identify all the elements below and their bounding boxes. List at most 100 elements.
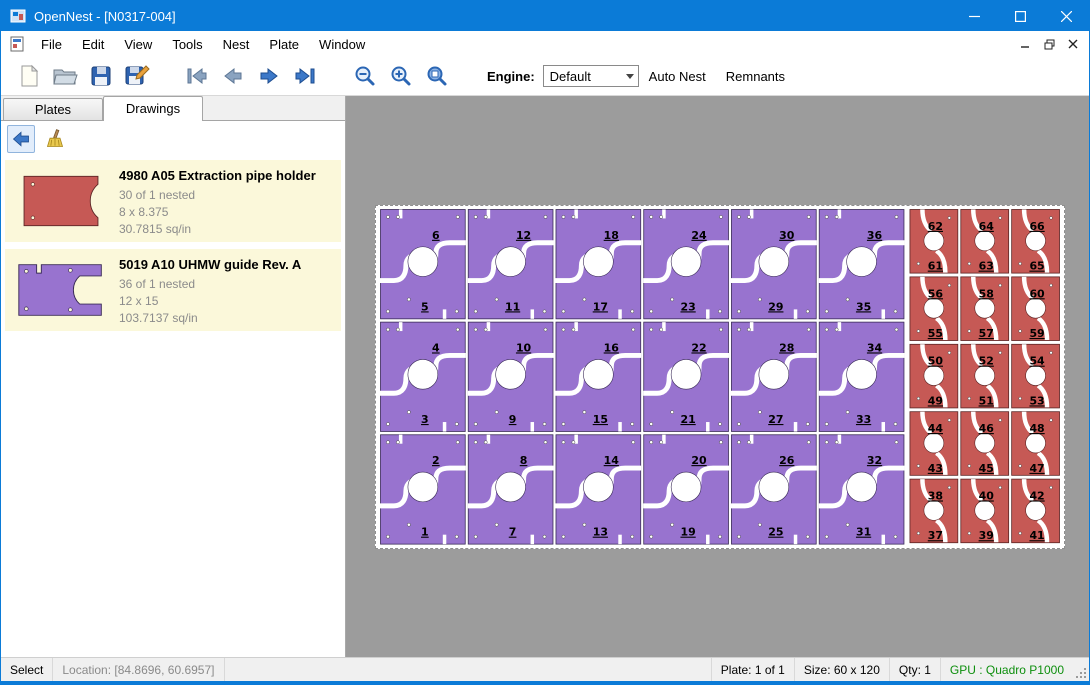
engine-select[interactable]: Default	[543, 65, 639, 87]
part-number: 10	[516, 341, 532, 354]
zoom-fit-icon	[425, 64, 449, 88]
part-number: 46	[979, 422, 995, 435]
part-number: 40	[979, 489, 995, 502]
first-plate-button[interactable]	[179, 59, 215, 93]
part-thumbnail-red	[11, 164, 111, 238]
child-close-icon[interactable]	[1061, 34, 1085, 54]
document-icon	[9, 36, 25, 52]
nest-canvas-area[interactable]: 6512111817242330293635431091615222128273…	[346, 96, 1089, 657]
side-panel: Plates Drawings	[1, 96, 346, 657]
maximize-icon[interactable]	[997, 1, 1043, 31]
menu-tools[interactable]: Tools	[162, 34, 212, 55]
menu-window[interactable]: Window	[309, 34, 375, 55]
zoom-fit-button[interactable]	[419, 59, 455, 93]
drawing-title: 4980 A05 Extraction pipe holder	[119, 168, 316, 183]
part-number: 33	[856, 413, 871, 426]
save-as-button[interactable]	[119, 59, 155, 93]
drawing-nested: 36 of 1 nested	[119, 276, 301, 293]
remnants-button[interactable]: Remnants	[716, 63, 795, 90]
status-bar: Select Location: [84.8696, 60.6957] Plat…	[1, 657, 1089, 681]
menu-view[interactable]: View	[114, 34, 162, 55]
close-icon[interactable]	[1043, 1, 1089, 31]
part-number: 56	[928, 287, 944, 300]
previous-plate-button[interactable]	[215, 59, 251, 93]
previous-arrow-icon	[221, 64, 245, 88]
resize-grip-icon[interactable]	[1073, 658, 1089, 681]
drawing-size: 12 x 15	[119, 293, 301, 310]
plate[interactable]: 6512111817242330293635431091615222128273…	[375, 205, 1065, 549]
part-number: 51	[979, 394, 994, 407]
title-bar: OpenNest - [N0317-004]	[1, 1, 1089, 31]
part-number: 16	[604, 341, 620, 354]
part-number: 61	[928, 260, 943, 273]
part-number: 30	[779, 229, 795, 242]
drawing-size: 8 x 8.375	[119, 204, 316, 221]
minimize-icon[interactable]	[951, 1, 997, 31]
part-number: 41	[1029, 529, 1044, 542]
part-number: 31	[856, 526, 871, 539]
drawing-area: 30.7815 sq/in	[119, 221, 316, 238]
part-number: 63	[979, 260, 994, 273]
part-number: 64	[979, 220, 995, 233]
part-number: 57	[979, 327, 994, 340]
part-number: 37	[928, 529, 943, 542]
nest-svg: 6512111817242330293635431091615222128273…	[376, 206, 1064, 548]
tab-drawings[interactable]: Drawings	[103, 96, 203, 121]
menu-nest[interactable]: Nest	[213, 34, 260, 55]
part-number: 48	[1029, 422, 1044, 435]
child-restore-icon[interactable]	[1037, 34, 1061, 54]
part-number: 14	[604, 454, 620, 467]
main-body: Plates Drawings	[1, 96, 1089, 657]
part-number: 55	[928, 327, 943, 340]
zoom-out-icon	[353, 64, 377, 88]
menu-plate[interactable]: Plate	[259, 34, 309, 55]
drawing-title: 5019 A10 UHMW guide Rev. A	[119, 257, 301, 272]
save-as-icon	[124, 64, 150, 88]
panel-tabstrip: Plates Drawings	[1, 96, 345, 121]
list-item[interactable]: 5019 A10 UHMW guide Rev. A 36 of 1 neste…	[5, 249, 341, 331]
part-number: 2	[432, 454, 440, 467]
part-number: 20	[691, 454, 707, 467]
part-number: 35	[856, 300, 871, 313]
menu-file[interactable]: File	[31, 34, 72, 55]
new-file-icon	[17, 64, 41, 88]
child-minimize-icon[interactable]	[1013, 34, 1037, 54]
part-number: 59	[1029, 327, 1044, 340]
part-number: 1	[421, 526, 429, 539]
engine-value: Default	[550, 69, 591, 84]
zoom-in-button[interactable]	[383, 59, 419, 93]
part-number: 54	[1029, 355, 1045, 368]
part-number: 66	[1029, 220, 1045, 233]
window-controls	[951, 1, 1089, 31]
new-button[interactable]	[11, 59, 47, 93]
part-number: 18	[604, 229, 619, 242]
part-number: 47	[1029, 462, 1044, 475]
list-item[interactable]: 4980 A05 Extraction pipe holder 30 of 1 …	[5, 160, 341, 242]
zoom-out-button[interactable]	[347, 59, 383, 93]
menu-edit[interactable]: Edit	[72, 34, 114, 55]
clean-button[interactable]	[41, 125, 69, 153]
open-button[interactable]	[47, 59, 83, 93]
part-number: 22	[691, 341, 706, 354]
status-gpu: GPU : Quadro P1000	[940, 658, 1073, 681]
part-number: 6	[432, 229, 440, 242]
part-number: 3	[421, 413, 429, 426]
part-number: 50	[928, 355, 944, 368]
auto-nest-button[interactable]: Auto Nest	[639, 63, 716, 90]
menu-bar: File Edit View Tools Nest Plate Window	[1, 31, 1089, 57]
part-number: 17	[593, 300, 608, 313]
status-plate: Plate: 1 of 1	[711, 658, 794, 681]
save-button[interactable]	[83, 59, 119, 93]
part-number: 43	[928, 462, 943, 475]
tab-plates[interactable]: Plates	[3, 98, 103, 120]
last-plate-button[interactable]	[287, 59, 323, 93]
part-number: 34	[867, 341, 883, 354]
part-number: 19	[680, 526, 695, 539]
part-number: 53	[1029, 394, 1044, 407]
next-plate-button[interactable]	[251, 59, 287, 93]
return-arrow-button[interactable]	[7, 125, 35, 153]
broom-icon	[45, 129, 65, 149]
part-number: 21	[680, 413, 695, 426]
part-number: 12	[516, 229, 531, 242]
part-number: 39	[979, 529, 994, 542]
